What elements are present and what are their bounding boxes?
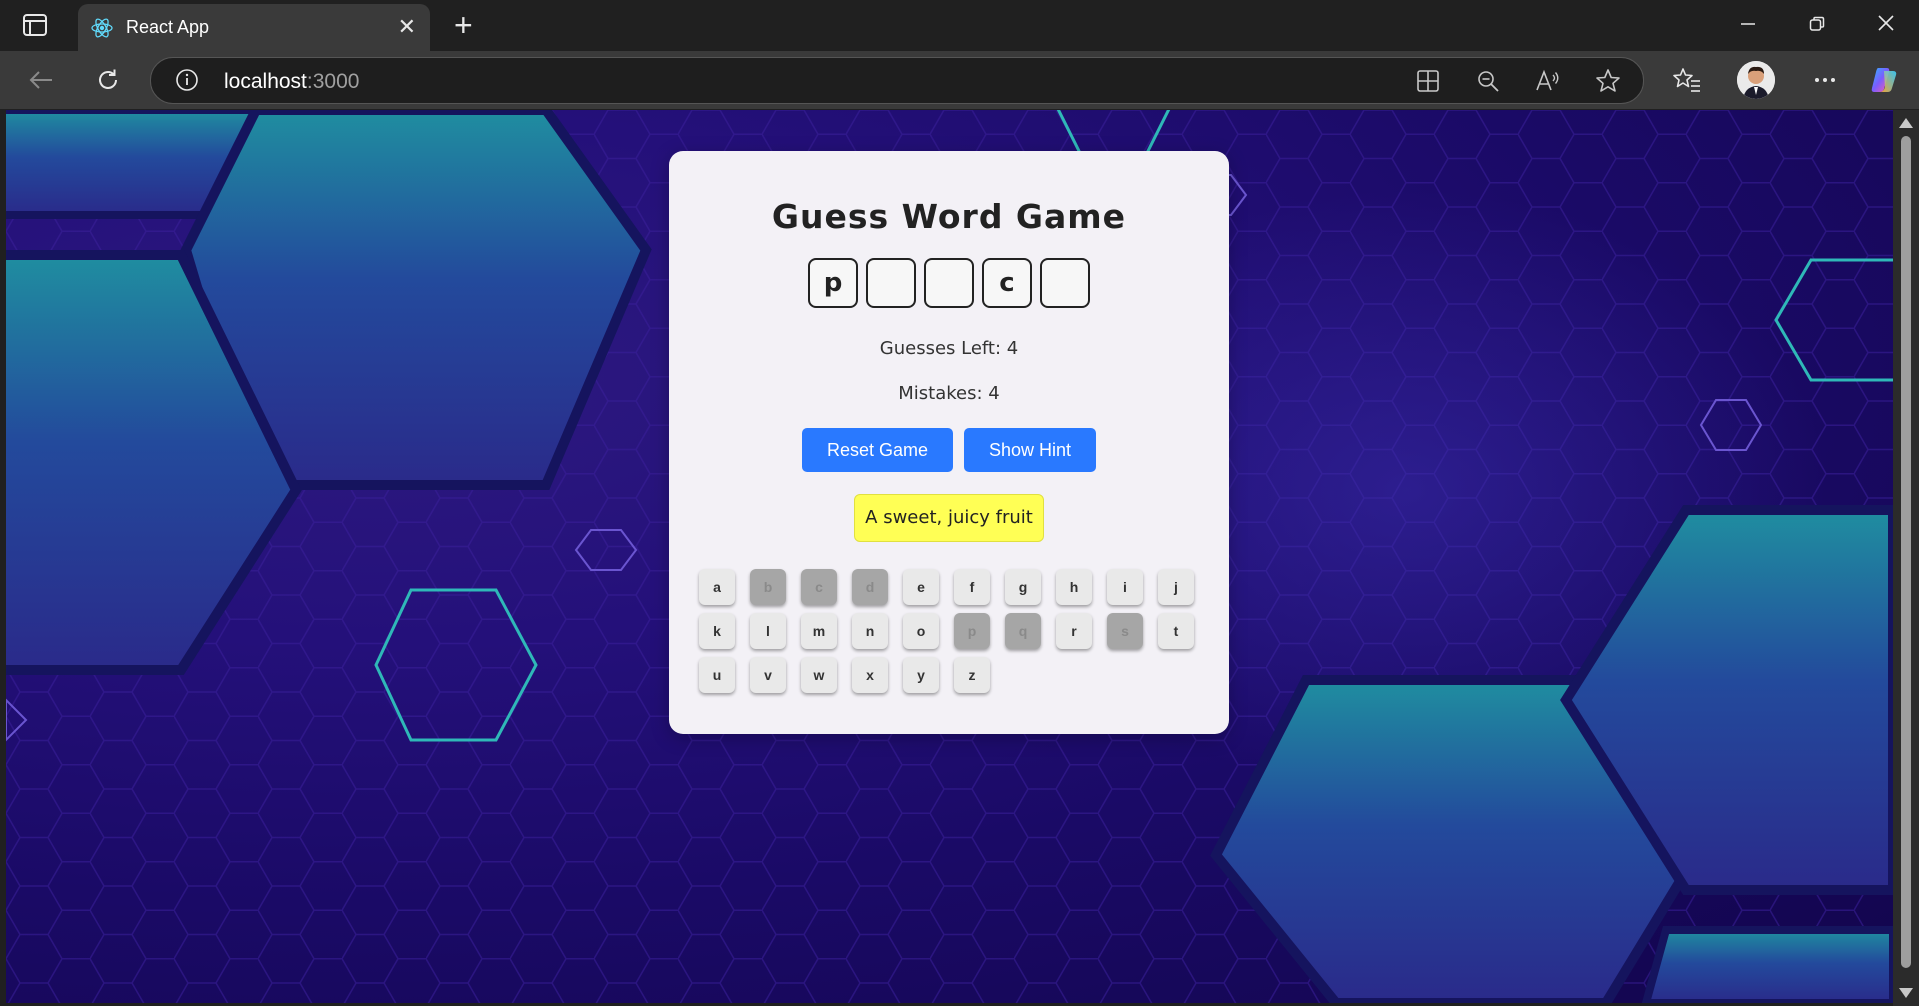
favorites-icon[interactable] xyxy=(1672,65,1702,95)
letter-key-a[interactable]: a xyxy=(699,569,735,605)
keyboard-row: abcdefghij xyxy=(699,569,1199,605)
letter-key-u[interactable]: u xyxy=(699,657,735,693)
letter-slot xyxy=(866,258,916,308)
letter-key-w[interactable]: w xyxy=(801,657,837,693)
letter-key-h[interactable]: h xyxy=(1056,569,1092,605)
word-display: p c xyxy=(669,258,1229,308)
letter-key-p: p xyxy=(954,613,990,649)
url-port: :3000 xyxy=(306,70,360,93)
plus-icon[interactable]: + xyxy=(454,6,473,44)
keyboard-row: uvwxyz xyxy=(699,657,1199,693)
letter-slot xyxy=(924,258,974,308)
vertical-scrollbar[interactable] xyxy=(1893,110,1919,1006)
scroll-up-arrow[interactable] xyxy=(1899,118,1913,128)
letter-slot: c xyxy=(982,258,1032,308)
refresh-icon[interactable] xyxy=(93,65,123,95)
scroll-thumb[interactable] xyxy=(1901,136,1911,968)
react-favicon xyxy=(90,16,114,40)
letter-key-o[interactable]: o xyxy=(903,613,939,649)
read-aloud-icon[interactable] xyxy=(1535,68,1561,94)
keyboard-row: klmnopqrst xyxy=(699,613,1199,649)
letter-key-s: s xyxy=(1107,613,1143,649)
url-host: localhost xyxy=(224,70,307,93)
show-hint-button[interactable]: Show Hint xyxy=(964,428,1097,472)
letter-key-b: b xyxy=(750,569,786,605)
letter-key-z[interactable]: z xyxy=(954,657,990,693)
tab-bar: React App ✕ + xyxy=(0,0,1919,51)
info-icon[interactable] xyxy=(175,68,199,92)
close-window-icon[interactable] xyxy=(1866,8,1906,42)
letter-key-i[interactable]: i xyxy=(1107,569,1143,605)
reset-game-button[interactable]: Reset Game xyxy=(801,428,953,472)
game-title: Guess Word Game xyxy=(771,197,1127,236)
url-text[interactable]: localhost:3000 xyxy=(224,70,359,94)
letter-key-t[interactable]: t xyxy=(1158,613,1194,649)
letter-key-m[interactable]: m xyxy=(801,613,837,649)
back-icon[interactable] xyxy=(26,65,56,95)
avatar[interactable] xyxy=(1737,61,1775,99)
more-icon[interactable] xyxy=(1810,65,1840,95)
minimize-icon[interactable] xyxy=(1728,8,1768,42)
apps-icon[interactable] xyxy=(1415,68,1441,94)
browser-tab[interactable]: React App ✕ xyxy=(78,4,430,51)
letter-key-c: c xyxy=(801,569,837,605)
letter-key-d: d xyxy=(852,569,888,605)
restore-icon[interactable] xyxy=(1797,8,1837,42)
action-buttons: Reset Game Show Hint xyxy=(669,428,1229,472)
letter-key-k[interactable]: k xyxy=(699,613,735,649)
letter-key-y[interactable]: y xyxy=(903,657,939,693)
tab-title: React App xyxy=(126,17,210,37)
address-bar[interactable]: localhost:3000 xyxy=(150,57,1644,104)
letter-key-g[interactable]: g xyxy=(1005,569,1041,605)
letter-keyboard: abcdefghij klmnopqrst uvwxyz xyxy=(699,569,1199,701)
scroll-down-arrow[interactable] xyxy=(1899,988,1913,998)
letter-key-n[interactable]: n xyxy=(852,613,888,649)
letter-key-j[interactable]: j xyxy=(1158,569,1194,605)
zoom-out-icon[interactable] xyxy=(1475,68,1501,94)
letter-key-v[interactable]: v xyxy=(750,657,786,693)
letter-slot: p xyxy=(808,258,858,308)
page-viewport: Guess Word Game p c Guesses Left: 4 Mist… xyxy=(6,110,1893,1003)
close-icon[interactable]: ✕ xyxy=(398,14,416,40)
letter-key-e[interactable]: e xyxy=(903,569,939,605)
letter-key-q: q xyxy=(1005,613,1041,649)
letter-key-f[interactable]: f xyxy=(954,569,990,605)
guesses-left-text: Guesses Left: 4 xyxy=(879,338,1019,359)
star-icon[interactable] xyxy=(1595,68,1621,94)
game-card: Guess Word Game p c Guesses Left: 4 Mist… xyxy=(669,151,1229,734)
letter-key-r[interactable]: r xyxy=(1056,613,1092,649)
hint-text: A sweet, juicy fruit xyxy=(854,494,1044,542)
letter-slot xyxy=(1040,258,1090,308)
letter-key-x[interactable]: x xyxy=(852,657,888,693)
copilot-icon[interactable] xyxy=(1869,65,1899,95)
navigation-bar: localhost:3000 xyxy=(0,51,1919,109)
letter-key-l[interactable]: l xyxy=(750,613,786,649)
tab-actions-icon[interactable] xyxy=(22,13,48,37)
hint-container: A sweet, juicy fruit xyxy=(669,494,1229,542)
mistakes-text: Mistakes: 4 xyxy=(898,383,1000,404)
